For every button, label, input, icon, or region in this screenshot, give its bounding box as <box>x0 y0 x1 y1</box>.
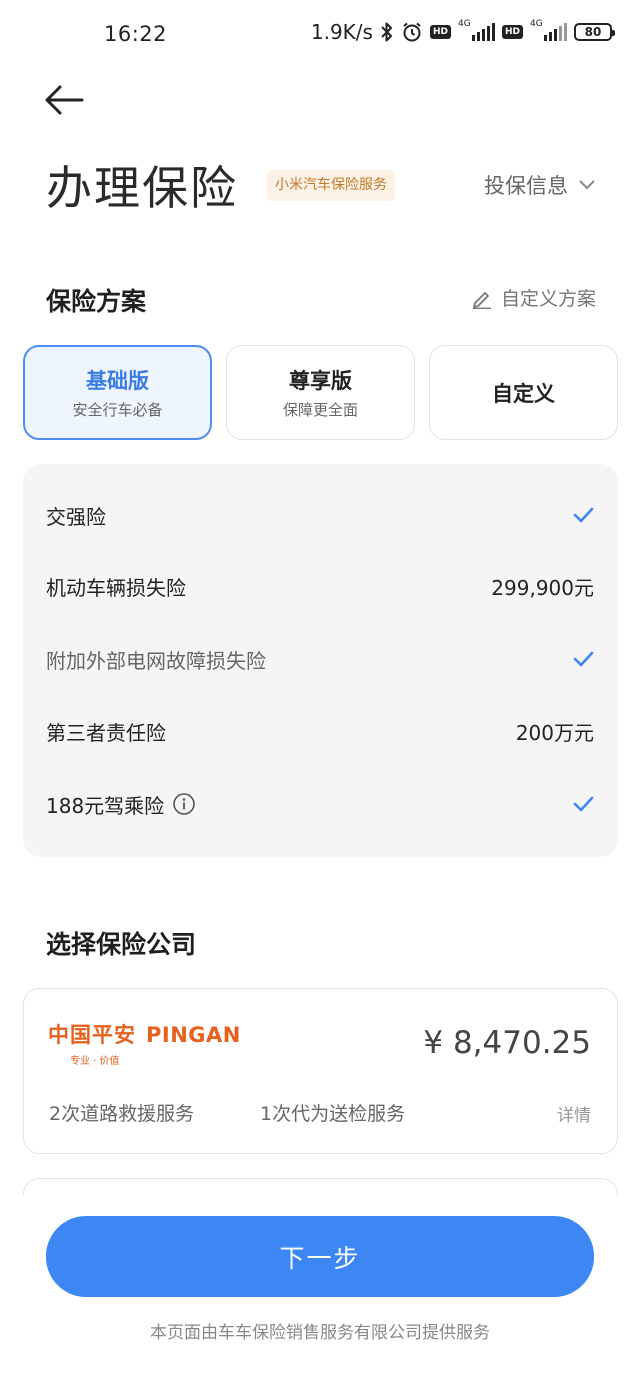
battery-icon: 80 <box>574 23 615 41</box>
coverage-name: 交强险 <box>46 504 106 529</box>
insurer-price: ¥ 8,470.25 <box>423 1025 591 1061</box>
plan-name: 自定义 <box>492 381 555 406</box>
plan-name: 尊享版 <box>289 369 352 393</box>
plan-name: 基础版 <box>86 369 149 393</box>
signal-icon: 4G <box>458 19 495 41</box>
details-link[interactable]: 详情 <box>557 1101 591 1126</box>
coverage-value: 299,900元 <box>491 575 594 600</box>
service-item: 2次道路救援服务 <box>49 1103 195 1125</box>
network-speed: 1.9K/s <box>310 20 373 44</box>
pingan-logo: 中国平安 PINGAN 专业 · 价值 <box>48 1019 241 1067</box>
service-tag: 小米汽车保险服务 <box>267 170 395 201</box>
custom-plan-label: 自定义方案 <box>500 288 596 310</box>
page-title: 办理保险 <box>46 161 238 215</box>
custom-plan-link[interactable]: 自定义方案 <box>471 284 596 311</box>
coverage-row: 机动车辆损失险 299,900元 <box>23 566 618 606</box>
next-step-button[interactable]: 下一步 <box>46 1216 594 1297</box>
back-button[interactable] <box>44 80 84 120</box>
bluetooth-icon <box>380 21 394 43</box>
company-section-title: 选择保险公司 <box>46 930 197 959</box>
plan-card-basic[interactable]: 基础版 安全行车必备 <box>23 345 212 440</box>
plan-section-title: 保险方案 <box>46 287 147 316</box>
coverage-value: 200万元 <box>515 720 594 745</box>
service-item: 1次代为送检服务 <box>260 1103 406 1125</box>
pencil-icon <box>472 291 491 309</box>
status-icons: 1.9K/s HD 4G HD 4G 80 <box>310 19 615 44</box>
signal-icon: 4G <box>530 19 567 41</box>
coverage-name: 机动车辆损失险 <box>46 575 186 600</box>
plan-subtitle: 保障更全面 <box>282 401 358 419</box>
logo-slogan: 专业 · 价值 <box>70 1056 120 1067</box>
coverage-row: 附加外部电网故障损失险 <box>23 639 618 679</box>
hd-badge: HD <box>429 25 451 39</box>
coverage-panel: 交强险 机动车辆损失险 299,900元 附加外部电网故障损失险 第三者责任险 … <box>23 464 618 857</box>
chevron-down-icon <box>579 180 595 190</box>
coverage-name: 附加外部电网故障损失险 <box>46 648 266 673</box>
info-icon[interactable] <box>172 792 196 816</box>
insurance-info-dropdown[interactable]: 投保信息 <box>484 170 596 200</box>
coverage-name: 第三者责任险 <box>46 720 166 745</box>
arrow-left-icon <box>45 85 84 115</box>
logo-cn-text: 中国平安 <box>48 1023 136 1047</box>
status-time: 16:22 <box>104 22 168 46</box>
footer-note: 本页面由车车保险销售服务有限公司提供服务 <box>150 1323 490 1343</box>
coverage-name: 188元驾乘险 <box>46 793 165 818</box>
check-icon <box>572 648 594 670</box>
coverage-row: 第三者责任险 200万元 <box>23 711 618 751</box>
coverage-row: 交强险 <box>23 495 618 535</box>
check-icon <box>572 504 594 526</box>
coverage-row: 188元驾乘险 <box>23 784 618 824</box>
plan-subtitle: 安全行车必备 <box>72 401 163 419</box>
plan-card-custom[interactable]: 自定义 <box>429 345 618 440</box>
hd-badge: HD <box>501 25 523 39</box>
logo-en-text: PINGAN <box>146 1023 241 1047</box>
plan-card-premium[interactable]: 尊享版 保障更全面 <box>226 345 415 440</box>
check-icon <box>572 793 594 815</box>
insurer-card-pingan[interactable]: 中国平安 PINGAN 专业 · 价值 ¥ 8,470.25 2次道路救援服务 1… <box>23 988 618 1154</box>
status-bar: 16:22 1.9K/s HD 4G HD 4G 80 <box>0 0 640 70</box>
alarm-icon <box>401 21 423 43</box>
insurance-info-label: 投保信息 <box>484 174 568 198</box>
coverage-name-with-info: 188元驾乘险 <box>46 790 196 819</box>
